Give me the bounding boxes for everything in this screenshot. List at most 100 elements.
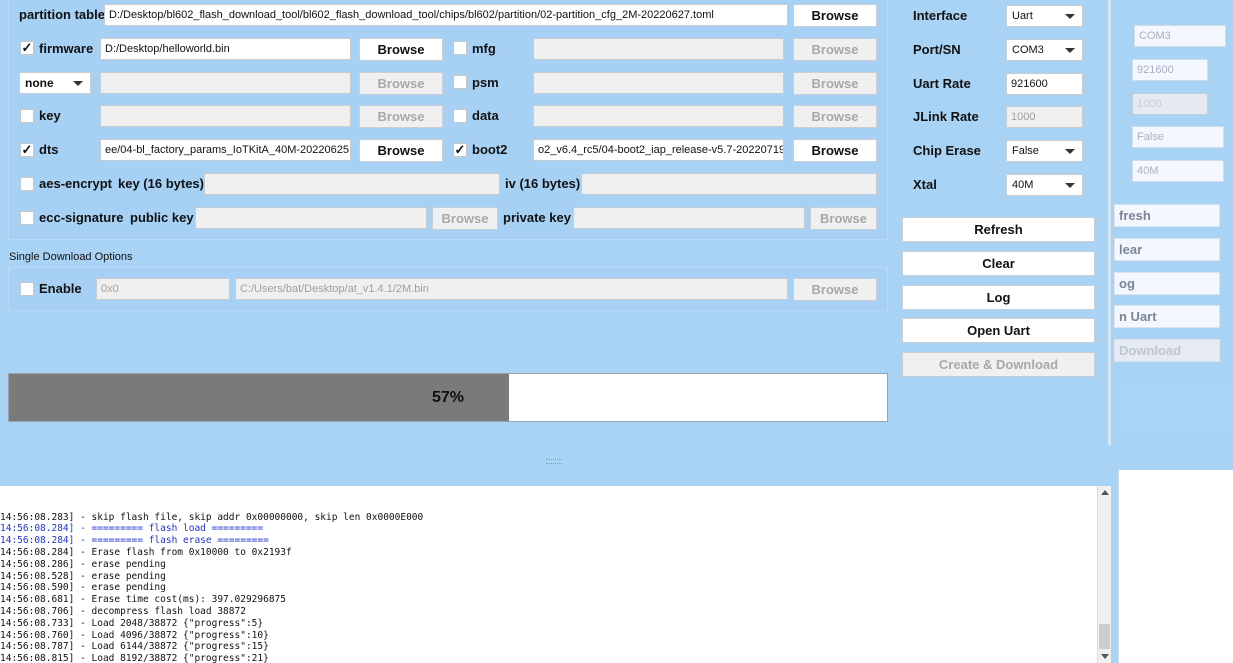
background-log-area	[1118, 470, 1233, 663]
mfg-label: mfg	[472, 41, 496, 56]
jlink-rate-label: JLink Rate	[913, 109, 979, 124]
dts-checkbox[interactable]: ✓	[20, 143, 34, 157]
data-label: data	[472, 108, 499, 123]
ghost-rate-field: 921600	[1132, 59, 1208, 81]
ghost-jlink-field: 1000	[1132, 93, 1208, 115]
key-label: key	[39, 108, 61, 123]
partition-table-browse-button[interactable]: Browse	[793, 4, 877, 27]
window-border	[1108, 0, 1111, 445]
ghost-xtal-field: 40M	[1132, 160, 1224, 182]
log-line: 14:56:08.590] - erase pending	[0, 582, 166, 594]
mfg-checkbox[interactable]	[453, 41, 467, 55]
firmware-browse-button[interactable]: Browse	[359, 38, 443, 61]
boot2-path-field[interactable]: o2_v6.4_rc5/04-boot2_iap_release-v5.7-20…	[533, 139, 784, 161]
chevron-down-icon	[73, 81, 83, 86]
chevron-down-icon	[1065, 183, 1075, 188]
ghost-port-field: COM3	[1134, 25, 1226, 47]
xtal-label: Xtal	[913, 177, 937, 192]
log-line: 14:56:08.815] - Load 8192/38872 {"progre…	[0, 653, 269, 663]
interface-value: Uart	[1012, 10, 1033, 22]
aes-encrypt-label: aes-encrypt	[39, 176, 112, 191]
scroll-up-arrow-icon[interactable]	[1101, 490, 1109, 495]
data-checkbox[interactable]	[453, 109, 467, 123]
single-download-title: Single Download Options	[9, 251, 133, 263]
log-line: 14:56:08.284] - ========= flash load ===…	[0, 523, 264, 535]
progress-label: 57%	[431, 389, 465, 406]
dts-path-field[interactable]: ee/04-bl_factory_params_IoTKitA_40M-2022…	[100, 139, 351, 161]
single-path-field[interactable]: C:/Users/bat/Desktop/at_v1.4.1/2M.bin	[235, 278, 788, 300]
boot2-browse-button[interactable]: Browse	[793, 139, 877, 162]
scroll-down-arrow-icon[interactable]	[1101, 654, 1109, 659]
log-output[interactable]: 14:56:08.283] - skip flash file, skip ad…	[0, 486, 1097, 663]
log-line: 14:56:08.284] - Erase flash from 0x10000…	[0, 546, 292, 558]
log-line: 14:56:08.283] - skip flash file, skip ad…	[0, 511, 424, 523]
psm-path-field[interactable]	[533, 72, 784, 94]
chip-erase-label: Chip Erase	[913, 143, 981, 158]
port-select[interactable]: COM3	[1006, 39, 1083, 61]
public-key-browse-button[interactable]: Browse	[432, 207, 498, 230]
dts-browse-button[interactable]: Browse	[359, 139, 443, 162]
open-uart-button[interactable]: Open Uart	[902, 318, 1095, 343]
single-address-field[interactable]: 0x0	[96, 278, 230, 300]
private-key-field[interactable]	[573, 207, 805, 229]
aes-encrypt-checkbox[interactable]	[20, 177, 34, 191]
region-browse-button[interactable]: Browse	[359, 72, 443, 95]
create-download-button[interactable]: Create & Download	[902, 352, 1095, 377]
psm-browse-button[interactable]: Browse	[793, 72, 877, 95]
single-browse-button[interactable]: Browse	[793, 278, 877, 301]
public-key-label: public key	[130, 210, 194, 225]
chip-erase-select[interactable]: False	[1006, 140, 1083, 162]
jlink-rate-field[interactable]: 1000	[1006, 106, 1083, 128]
mfg-browse-button[interactable]: Browse	[793, 38, 877, 61]
aes-iv-field[interactable]	[581, 173, 877, 195]
firmware-path-field[interactable]: D:/Desktop/helloworld.bin	[100, 38, 351, 60]
firmware-checkbox[interactable]: ✓	[20, 41, 34, 55]
private-key-label: private key	[503, 210, 571, 225]
xtal-select[interactable]: 40M	[1006, 174, 1083, 196]
region-select[interactable]: none	[19, 72, 91, 94]
log-line: 14:56:08.733] - Load 2048/38872 {"progre…	[0, 617, 264, 629]
splitter[interactable]	[0, 445, 1118, 485]
aes-key-field[interactable]	[204, 173, 500, 195]
uart-rate-field[interactable]: 921600	[1006, 73, 1083, 95]
log-scrollbar[interactable]	[1097, 486, 1111, 663]
key-checkbox[interactable]	[20, 109, 34, 123]
aes-key-label: key (16 bytes)	[118, 176, 204, 191]
chip-erase-value: False	[1012, 145, 1039, 157]
ghost-refresh-button: fresh	[1114, 204, 1220, 227]
partition-table-path-field[interactable]: D:/Desktop/bl602_flash_download_tool/bl6…	[104, 4, 788, 26]
private-key-browse-button[interactable]: Browse	[810, 207, 877, 230]
boot2-checkbox[interactable]: ✓	[453, 143, 467, 157]
uart-rate-label: Uart Rate	[913, 76, 971, 91]
log-line: 14:56:08.284] - ========= flash erase ==…	[0, 535, 269, 547]
ghost-download-button: Download	[1114, 339, 1220, 362]
interface-select[interactable]: Uart	[1006, 5, 1083, 27]
data-path-field[interactable]	[533, 105, 784, 127]
key-path-field[interactable]	[100, 105, 351, 127]
ecc-signature-checkbox[interactable]	[20, 211, 34, 225]
region-path-field[interactable]	[100, 72, 351, 94]
ghost-log-button: og	[1114, 272, 1220, 295]
ghost-open-uart-button: n Uart	[1114, 305, 1220, 328]
key-browse-button[interactable]: Browse	[359, 105, 443, 128]
single-enable-label: Enable	[39, 281, 82, 296]
interface-label: Interface	[913, 8, 968, 23]
single-enable-checkbox[interactable]	[20, 282, 34, 296]
xtal-value: 40M	[1012, 179, 1034, 191]
psm-checkbox[interactable]	[453, 75, 467, 89]
log-line: 14:56:08.787] - Load 6144/38872 {"progre…	[0, 641, 269, 653]
mfg-path-field[interactable]	[533, 38, 784, 60]
psm-label: psm	[472, 75, 499, 90]
dts-label: dts	[39, 142, 59, 157]
public-key-field[interactable]	[195, 207, 427, 229]
refresh-button[interactable]: Refresh	[902, 217, 1095, 242]
port-label: Port/SN	[913, 42, 961, 57]
scroll-thumb[interactable]	[1099, 624, 1110, 649]
log-line: 14:56:08.706] - decompress flash load 38…	[0, 605, 246, 617]
boot2-label: boot2	[472, 142, 508, 157]
ecc-signature-label: ecc-signature	[39, 210, 124, 225]
clear-button[interactable]: Clear	[902, 251, 1095, 276]
log-button[interactable]: Log	[902, 285, 1095, 310]
partition-table-label: partition table	[19, 7, 105, 22]
data-browse-button[interactable]: Browse	[793, 105, 877, 128]
